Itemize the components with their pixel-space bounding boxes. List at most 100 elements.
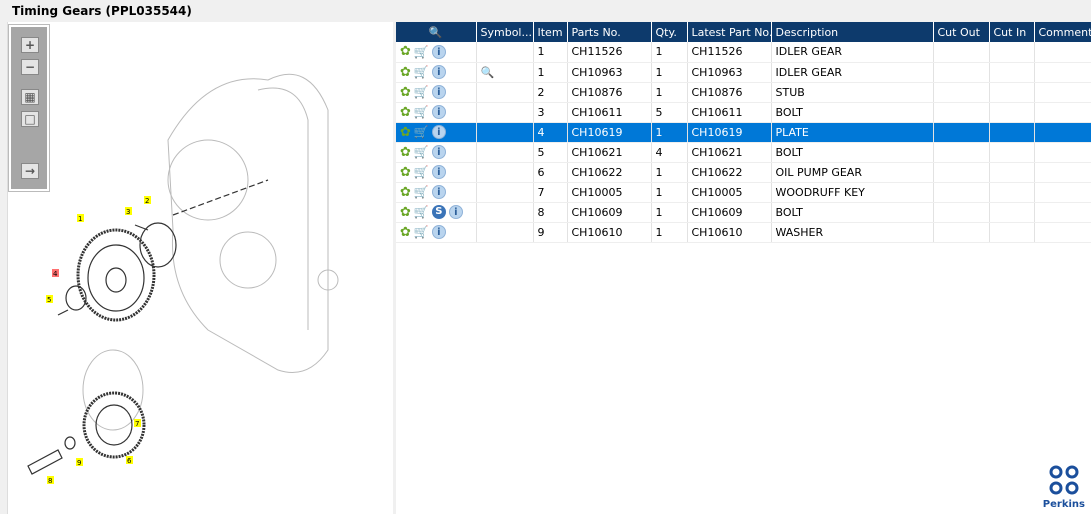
cell-parts-no: CH11526 — [567, 42, 652, 63]
cell-qty: 1 — [651, 182, 688, 203]
cell-cut-out — [933, 102, 990, 123]
cell-comment — [1034, 82, 1091, 103]
table-row[interactable]: ✿ 🛒 Si 8 CH10609 1 CH10609 BOLT — [396, 202, 1091, 223]
settings-gear-icon[interactable]: ✿ — [400, 225, 411, 240]
header-description[interactable]: Description — [771, 22, 934, 42]
table-row[interactable]: ✿ 🛒 i 3 CH10611 5 CH10611 BOLT — [396, 102, 1091, 123]
cell-comment — [1034, 62, 1091, 83]
cell-item: 7 — [533, 182, 568, 203]
cart-icon[interactable]: 🛒 — [414, 185, 429, 199]
cart-icon[interactable]: 🛒 — [414, 65, 429, 79]
info-icon[interactable]: i — [431, 185, 446, 199]
cell-cut-in — [989, 122, 1035, 143]
cart-icon[interactable]: 🛒 — [414, 145, 429, 159]
table-row[interactable]: ✿ 🛒 i 1 CH11526 1 CH11526 IDLER GEAR — [396, 42, 1091, 63]
fit-all-icon[interactable]: ▦ — [21, 89, 39, 105]
cell-latest-part-no: CH10876 — [687, 82, 772, 103]
cell-parts-no: CH10963 — [567, 62, 652, 83]
callout-5[interactable]: 5 — [47, 296, 51, 304]
cell-cut-out — [933, 202, 990, 223]
window-title: Timing Gears (PPL035544) — [12, 4, 192, 18]
s-badge-icon[interactable]: S — [431, 205, 446, 219]
cell-cut-in — [989, 182, 1035, 203]
cart-icon[interactable]: 🛒 — [414, 125, 429, 139]
header-latest-part-no[interactable]: Latest Part No. — [687, 22, 772, 42]
cart-icon[interactable]: 🛒 — [414, 105, 429, 119]
cell-cut-in — [989, 222, 1035, 243]
cart-icon[interactable]: 🛒 — [414, 165, 429, 179]
settings-gear-icon[interactable]: ✿ — [400, 125, 411, 140]
cart-icon[interactable]: 🛒 — [414, 205, 429, 219]
callout-1[interactable]: 1 — [78, 215, 82, 223]
table-row[interactable]: ✿ 🛒 i 6 CH10622 1 CH10622 OIL PUMP GEAR — [396, 162, 1091, 183]
cell-item: 9 — [533, 222, 568, 243]
cell-qty: 5 — [651, 102, 688, 123]
cell-description: PLATE — [771, 122, 934, 143]
info-icon[interactable]: i — [431, 65, 446, 79]
callout-8[interactable]: 8 — [48, 477, 52, 485]
zoom-in-button[interactable]: + — [21, 37, 39, 53]
header-cut-in[interactable]: Cut In — [989, 22, 1035, 42]
callout-6[interactable]: 6 — [127, 457, 132, 465]
callout-9[interactable]: 9 — [77, 459, 81, 467]
settings-gear-icon[interactable]: ✿ — [400, 185, 411, 200]
header-comment[interactable]: Comment — [1034, 22, 1091, 42]
cell-latest-part-no: CH10619 — [687, 122, 772, 143]
cell-cut-in — [989, 82, 1035, 103]
cart-icon[interactable]: 🛒 — [414, 85, 429, 99]
info-icon[interactable]: i — [431, 165, 446, 179]
info-icon[interactable]: i — [431, 125, 446, 139]
cell-comment — [1034, 202, 1091, 223]
cell-cut-out — [933, 222, 990, 243]
table-row[interactable]: ✿ 🛒 i 4 CH10619 1 CH10619 PLATE — [396, 122, 1091, 143]
cell-cut-in — [989, 62, 1035, 83]
callout-7[interactable]: 7 — [135, 420, 139, 428]
info-icon[interactable]: i — [448, 205, 463, 219]
zoom-out-button[interactable]: − — [21, 59, 39, 75]
settings-gear-icon[interactable]: ✿ — [400, 44, 411, 59]
info-icon[interactable]: i — [431, 85, 446, 99]
header-qty[interactable]: Qty. — [651, 22, 688, 42]
table-row[interactable]: ✿ 🛒 i 5 CH10621 4 CH10621 BOLT — [396, 142, 1091, 163]
export-list-icon[interactable]: → — [21, 163, 39, 179]
header-search-icon[interactable]: 🔍 — [396, 22, 477, 42]
info-icon[interactable]: i — [431, 225, 446, 239]
cart-icon[interactable]: 🛒 — [414, 45, 429, 59]
cell-cut-in — [989, 42, 1035, 63]
header-item[interactable]: Item — [533, 22, 568, 42]
cell-description: WOODRUFF KEY — [771, 182, 934, 203]
callout-3[interactable]: 3 — [126, 208, 130, 216]
cell-parts-no: CH10611 — [567, 102, 652, 123]
info-icon[interactable]: i — [431, 105, 446, 119]
table-row[interactable]: ✿ 🛒 i 2 CH10876 1 CH10876 STUB — [396, 82, 1091, 103]
exploded-diagram[interactable]: 1 2 3 4 5 6 7 8 9 — [8, 30, 392, 510]
settings-gear-icon[interactable]: ✿ — [400, 165, 411, 180]
magnifier-book-icon[interactable]: 🔍 — [481, 66, 495, 79]
settings-gear-icon[interactable]: ✿ — [400, 105, 411, 120]
info-icon[interactable]: i — [431, 145, 446, 159]
fit-window-icon[interactable]: □ — [21, 111, 39, 127]
cell-qty: 1 — [651, 162, 688, 183]
cell-cut-out — [933, 42, 990, 63]
header-parts-no[interactable]: Parts No. — [567, 22, 652, 42]
cell-parts-no: CH10610 — [567, 222, 652, 243]
cell-description: WASHER — [771, 222, 934, 243]
table-row[interactable]: ✿ 🛒 i 🔍 1 CH10963 1 CH10963 IDLER GEAR — [396, 62, 1091, 83]
cell-qty: 1 — [651, 222, 688, 243]
settings-gear-icon[interactable]: ✿ — [400, 205, 411, 220]
cell-comment — [1034, 222, 1091, 243]
header-cut-out[interactable]: Cut Out — [933, 22, 990, 42]
table-row[interactable]: ✿ 🛒 i 7 CH10005 1 CH10005 WOODRUFF KEY — [396, 182, 1091, 203]
cart-icon[interactable]: 🛒 — [414, 225, 429, 239]
settings-gear-icon[interactable]: ✿ — [400, 85, 411, 100]
header-symbol[interactable]: Symbol... — [476, 22, 534, 42]
cell-cut-out — [933, 82, 990, 103]
callout-4[interactable]: 4 — [53, 270, 58, 278]
cell-qty: 1 — [651, 202, 688, 223]
callout-2[interactable]: 2 — [145, 197, 149, 205]
settings-gear-icon[interactable]: ✿ — [400, 65, 411, 80]
cell-description: OIL PUMP GEAR — [771, 162, 934, 183]
settings-gear-icon[interactable]: ✿ — [400, 145, 411, 160]
table-row[interactable]: ✿ 🛒 i 9 CH10610 1 CH10610 WASHER — [396, 222, 1091, 243]
info-icon[interactable]: i — [431, 44, 446, 59]
